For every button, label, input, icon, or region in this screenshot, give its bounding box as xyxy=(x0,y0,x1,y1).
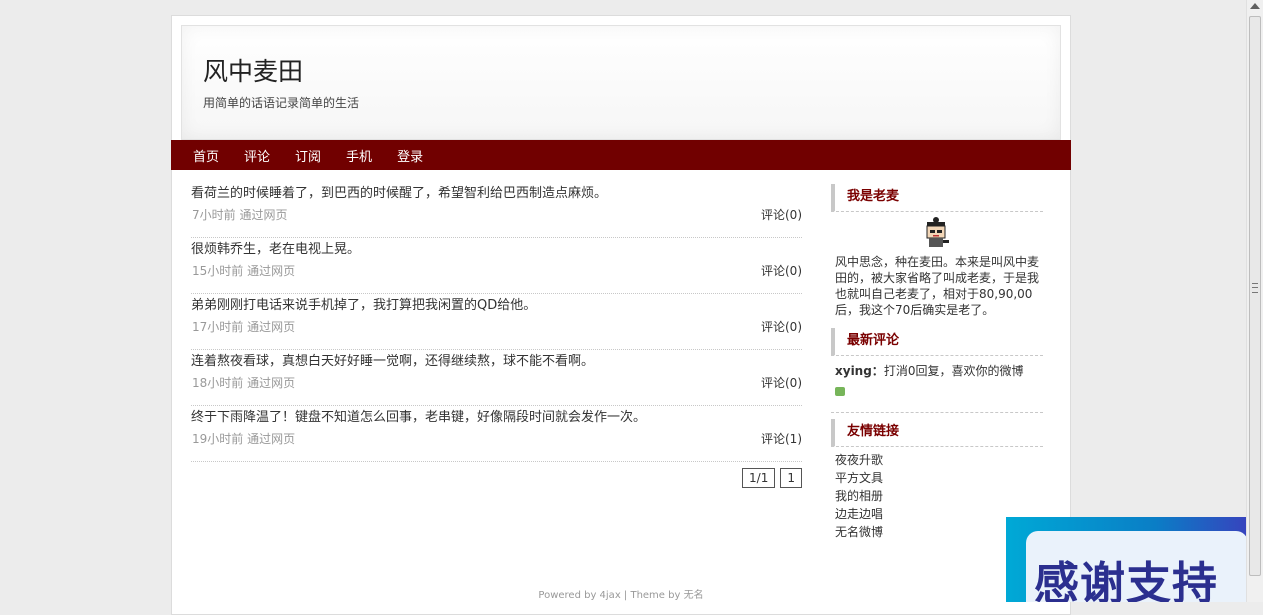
site-title[interactable]: 风中麦田 xyxy=(203,52,303,88)
post-item: 看荷兰的时候睡着了，到巴西的时候醒了，希望智利给巴西制造点麻烦。 7小时前 通过… xyxy=(191,182,802,238)
post-item: 弟弟刚刚打电话来说手机掉了，我打算把我闲置的QD给他。 17小时前 通过网页 评… xyxy=(191,294,802,350)
post-item: 连着熬夜看球，真想白天好好睡一觉啊，还得继续熬，球不能不看啊。 18小时前 通过… xyxy=(191,350,802,406)
post-meta[interactable]: 18小时前 通过网页 xyxy=(192,374,295,391)
friend-link[interactable]: 夜夜升歌 xyxy=(835,451,1039,469)
post-item: 很烦韩乔生，老在电视上晃。 15小时前 通过网页 评论(0) xyxy=(191,238,802,294)
scrollbar-thumb[interactable] xyxy=(1249,16,1261,576)
comments-widget-title: 最新评论 xyxy=(831,328,1043,356)
avatar-area xyxy=(831,212,1043,254)
avatar xyxy=(926,217,949,247)
nav-home[interactable]: 首页 xyxy=(193,146,219,165)
vertical-scrollbar[interactable] xyxy=(1246,0,1263,602)
page-container: 风中麦田 用简单的话语记录简单的生活 首页 评论 订阅 手机 登录 看荷兰的时候… xyxy=(171,15,1071,615)
links-widget-title: 友情链接 xyxy=(831,419,1043,447)
post-text: 终于下雨降温了！键盘不知道怎么回事，老串键，好像隔段时间就会发作一次。 xyxy=(191,410,647,425)
scroll-up-arrow-icon[interactable] xyxy=(1250,3,1260,9)
nav-mobile[interactable]: 手机 xyxy=(346,146,372,165)
site-header: 风中麦田 用简单的话语记录简单的生活 xyxy=(181,25,1061,140)
promo-text: 感谢支持 xyxy=(1034,557,1219,602)
pagination-page-1[interactable]: 1 xyxy=(780,468,802,488)
grip-icon xyxy=(1252,283,1258,293)
friend-link[interactable]: 我的相册 xyxy=(835,487,1039,505)
nav-login[interactable]: 登录 xyxy=(397,146,423,165)
latest-comment-line: xying：打消0回复，喜欢你的微博 xyxy=(831,362,1043,379)
post-meta[interactable]: 7小时前 通过网页 xyxy=(192,206,287,223)
post-text: 弟弟刚刚打电话来说手机掉了，我打算把我闲置的QD给他。 xyxy=(191,298,537,313)
post-meta[interactable]: 15小时前 通过网页 xyxy=(192,262,295,279)
post-meta[interactable]: 19小时前 通过网页 xyxy=(192,430,295,447)
post-meta[interactable]: 17小时前 通过网页 xyxy=(192,318,295,335)
friend-link[interactable]: 平方文具 xyxy=(835,469,1039,487)
post-item: 终于下雨降温了！键盘不知道怎么回事，老串键，好像隔段时间就会发作一次。 19小时… xyxy=(191,406,802,462)
about-text: 风中思念，种在麦田。本来是叫风中麦田的，被大家省略了叫成老麦，于是我也就叫自己老… xyxy=(835,255,1040,317)
post-text: 看荷兰的时候睡着了，到巴西的时候醒了，希望智利给巴西制造点麻烦。 xyxy=(191,186,608,201)
nav-comments[interactable]: 评论 xyxy=(244,146,270,165)
footer: Powered by 4jax | Theme by 无名 xyxy=(538,590,704,601)
post-comments-link[interactable]: 评论(0) xyxy=(761,374,802,391)
sidebar: 我是老麦 风中思念，种在麦田。本来是叫风中麦田的，被大家省略了叫成老麦，于是我也… xyxy=(831,184,1043,541)
post-list: 看荷兰的时候睡着了，到巴西的时候醒了，希望智利给巴西制造点麻烦。 7小时前 通过… xyxy=(191,182,802,488)
post-comments-link[interactable]: 评论(1) xyxy=(761,430,802,447)
comment-bubble-icon xyxy=(835,386,845,396)
nav-subscribe[interactable]: 订阅 xyxy=(295,146,321,165)
post-comments-link[interactable]: 评论(0) xyxy=(761,206,802,223)
post-comments-link[interactable]: 评论(0) xyxy=(761,318,802,335)
promo-banner[interactable]: 感谢支持 xyxy=(1006,517,1254,602)
comment-icon-row xyxy=(831,379,1043,398)
post-text: 连着熬夜看球，真想白天好好睡一觉啊，还得继续熬，球不能不看啊。 xyxy=(191,354,595,369)
pagination-summary: 1/1 xyxy=(742,468,776,488)
post-comments-link[interactable]: 评论(0) xyxy=(761,262,802,279)
latest-comment: xying：打消0回复，喜欢你的微博 xyxy=(831,362,1043,413)
main-nav: 首页 评论 订阅 手机 登录 xyxy=(171,140,1071,170)
comment-text[interactable]: 打消0回复，喜欢你的微博 xyxy=(884,364,1024,378)
post-text: 很烦韩乔生，老在电视上晃。 xyxy=(191,242,361,257)
site-subtitle: 用简单的话语记录简单的生活 xyxy=(203,96,360,110)
about-widget-title: 我是老麦 xyxy=(831,184,1043,212)
comment-author[interactable]: xying： xyxy=(835,364,884,378)
pagination: 1/1 1 xyxy=(742,468,802,488)
